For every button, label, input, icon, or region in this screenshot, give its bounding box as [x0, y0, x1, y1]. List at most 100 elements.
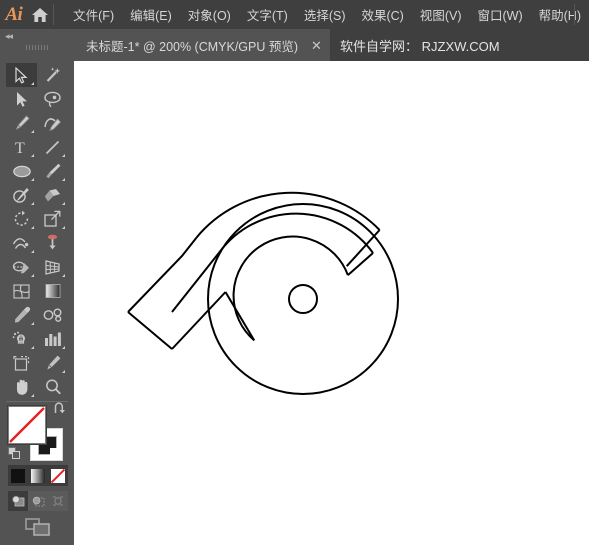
artboard-canvas[interactable] [74, 61, 589, 545]
none-swatch-icon [51, 468, 65, 483]
menu-effect[interactable]: 效果(C) [353, 0, 411, 29]
gradient-mode[interactable] [28, 465, 48, 486]
fill-swatch[interactable] [8, 406, 46, 444]
menu-bar: Ai 文件(F) 编辑(E) 对象(O) 文字(T) 选择(S) 效果(C) 视… [0, 0, 589, 29]
tools-panel: T [0, 61, 74, 545]
handle-lower-edge [171, 250, 221, 313]
menu-right-separator [574, 4, 575, 25]
none-mode[interactable] [48, 465, 68, 486]
toolbar-drag-grip[interactable] [26, 45, 48, 50]
hand-tool[interactable] [6, 375, 37, 399]
eraser-tool[interactable] [37, 183, 68, 207]
swap-fill-stroke-icon[interactable] [53, 402, 67, 418]
tool-flyout-corner-icon [31, 346, 34, 349]
tool-flyout-corner-icon [31, 178, 34, 181]
color-mode-black[interactable] [8, 465, 28, 486]
menu-select[interactable]: 选择(S) [296, 0, 354, 29]
menu-object[interactable]: 对象(O) [180, 0, 239, 29]
fill-stroke-controls [8, 402, 68, 461]
tool-flyout-corner-icon [31, 322, 34, 325]
tool-flyout-corner-icon [31, 82, 34, 85]
black-swatch-icon [11, 468, 25, 483]
hub-circle [288, 284, 318, 314]
blend-tool[interactable] [37, 303, 68, 327]
selection-tool[interactable] [6, 63, 37, 87]
perspective-grid-tool[interactable] [37, 255, 68, 279]
magic-wand-tool[interactable] [37, 63, 68, 87]
tool-flyout-corner-icon [31, 394, 34, 397]
illustrator-window: Ai 文件(F) 编辑(E) 对象(O) 文字(T) 选择(S) 效果(C) 视… [0, 0, 589, 545]
menu-type[interactable]: 文字(T) [239, 0, 296, 29]
tool-grid: T [6, 63, 68, 405]
gradient-tool[interactable] [37, 279, 68, 303]
width-tool[interactable] [6, 231, 37, 255]
menu-file[interactable]: 文件(F) [65, 0, 122, 29]
free-transform-tool[interactable] [37, 231, 68, 255]
menu-help[interactable]: 帮助(H) [531, 0, 589, 29]
whistle-outline-drawing [127, 191, 399, 395]
tool-flyout-corner-icon [62, 370, 65, 373]
type-tool[interactable]: T [6, 135, 37, 159]
document-tab-bar: ◂◂ 未标题-1* @ 200% (CMYK/GPU 预览) ✕ 软件自学网： … [0, 29, 589, 61]
curvature-tool[interactable] [37, 111, 68, 135]
tool-flyout-corner-icon [62, 202, 65, 205]
gradient-swatch-icon [31, 468, 45, 483]
paintbrush-tool[interactable] [37, 159, 68, 183]
rotate-tool[interactable] [6, 207, 37, 231]
toolbar-panel-header[interactable]: ◂◂ [0, 29, 74, 61]
close-icon[interactable]: ✕ [311, 39, 322, 52]
scale-tool[interactable] [37, 207, 68, 231]
tool-flyout-corner-icon [62, 274, 65, 277]
stroke-swatch-hole [50, 448, 61, 459]
menu-separator [53, 4, 55, 25]
body-circle [207, 203, 399, 395]
zoom-tool[interactable] [37, 375, 68, 399]
inner-arc-notch [224, 291, 256, 341]
handle-upper-edge [127, 237, 198, 313]
lasso-tool[interactable] [37, 87, 68, 111]
collapse-panel-icon[interactable]: ◂◂ [5, 31, 13, 42]
eyedropper-tool[interactable] [6, 303, 37, 327]
line-segment-tool[interactable] [37, 135, 68, 159]
shape-builder-tool[interactable] [6, 255, 37, 279]
draw-normal[interactable] [8, 491, 28, 511]
color-mode-buttons [8, 465, 68, 486]
column-graph-tool[interactable] [37, 327, 68, 351]
watermark-text: 软件自学网： RJZXW.COM [340, 38, 500, 54]
slice-tool[interactable] [37, 351, 68, 375]
tool-flyout-corner-icon [31, 226, 34, 229]
document-tab[interactable]: 未标题-1* @ 200% (CMYK/GPU 预览) ✕ [74, 29, 330, 61]
menu-edit[interactable]: 编辑(E) [122, 0, 180, 29]
pen-tool[interactable] [6, 111, 37, 135]
menu-view[interactable]: 视图(V) [412, 0, 470, 29]
svg-text:T: T [15, 140, 25, 156]
direct-selection-tool[interactable] [6, 87, 37, 111]
tool-flyout-corner-icon [62, 178, 65, 181]
artboard-tool[interactable] [6, 351, 37, 375]
tool-flyout-corner-icon [31, 202, 34, 205]
draw-inside[interactable] [48, 491, 68, 511]
change-screen-mode[interactable] [24, 516, 52, 538]
home-icon[interactable] [28, 0, 53, 29]
tool-flyout-corner-icon [31, 274, 34, 277]
mesh-tool[interactable] [6, 279, 37, 303]
artwork-svg [127, 191, 399, 395]
tool-flyout-corner-icon [31, 130, 34, 133]
drawing-mode-buttons [8, 491, 68, 511]
handle-end-left [127, 311, 173, 350]
shaper-tool[interactable] [6, 183, 37, 207]
spiral-middle-arc [219, 212, 374, 254]
tool-flyout-corner-icon [31, 154, 34, 157]
symbol-sprayer-tool[interactable] [6, 327, 37, 351]
menu-item-list: 文件(F) 编辑(E) 对象(O) 文字(T) 选择(S) 效果(C) 视图(V… [65, 0, 589, 29]
ai-logo: Ai [5, 3, 23, 25]
ellipse-tool[interactable] [6, 159, 37, 183]
tool-flyout-corner-icon [31, 250, 34, 253]
tool-flyout-corner-icon [62, 226, 65, 229]
draw-behind[interactable] [28, 491, 48, 511]
spiral-inner-arc [232, 235, 349, 342]
spiral-middle-cap [347, 252, 374, 276]
menu-window[interactable]: 窗口(W) [470, 0, 531, 29]
none-slash-icon [9, 407, 45, 443]
default-fill-stroke-icon[interactable] [8, 447, 21, 460]
